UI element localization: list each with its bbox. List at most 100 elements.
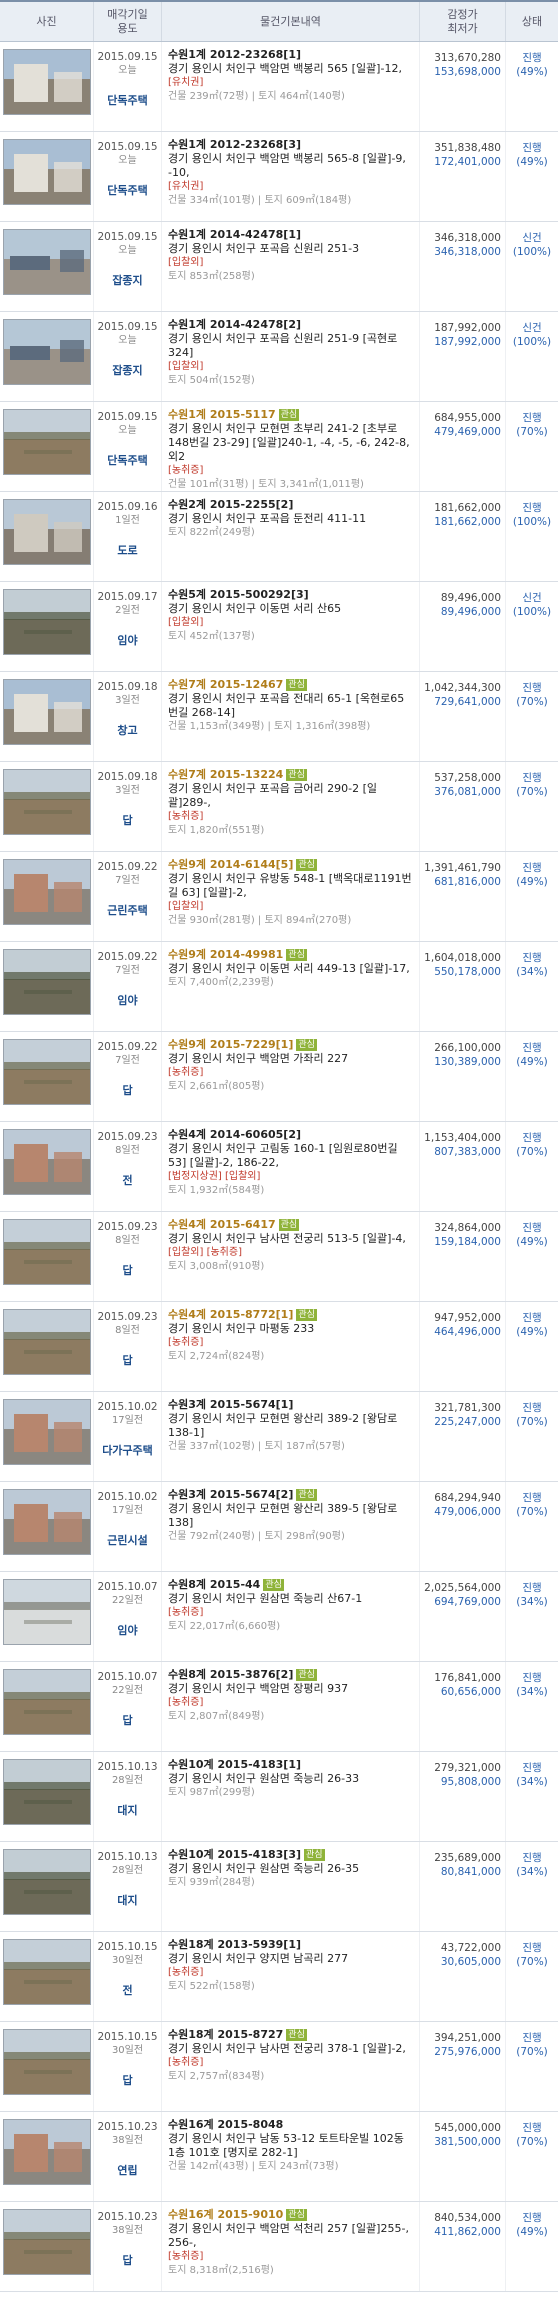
info-cell: 수원5계 2015-500292[3] 경기 용인시 처인구 이동면 서리 산6… bbox=[162, 582, 420, 671]
status-badge: 신건 bbox=[522, 322, 542, 334]
property-photo[interactable] bbox=[3, 1669, 91, 1735]
property-photo[interactable] bbox=[3, 139, 91, 205]
auction-date: 2015.09.18 bbox=[97, 771, 158, 783]
property-photo[interactable] bbox=[3, 679, 91, 745]
table-row[interactable]: 2015.10.02 17일전 다가구주택 수원3계 2015-5674[1] … bbox=[0, 1392, 558, 1482]
table-row[interactable]: 2015.09.15 오늘 잡종지 수원1계 2014-42478[2] 경기 … bbox=[0, 312, 558, 402]
case-number-link[interactable]: 수원8계 2015-3876[2] bbox=[168, 1668, 293, 1681]
case-number-link[interactable]: 수원7계 2015-12467 bbox=[168, 678, 283, 691]
table-row[interactable]: 2015.09.23 8일전 전 수원4계 2014-60605[2] 경기 용… bbox=[0, 1122, 558, 1212]
table-row[interactable]: 2015.09.15 오늘 잡종지 수원1계 2014-42478[1] 경기 … bbox=[0, 222, 558, 312]
case-number-link[interactable]: 수원9계 2015-7229[1] bbox=[168, 1038, 293, 1051]
table-row[interactable]: 2015.09.15 오늘 단독주택 수원1계 2012-23268[1] 경기… bbox=[0, 42, 558, 132]
property-photo[interactable] bbox=[3, 1939, 91, 2005]
property-address: 경기 용인시 처인구 포곡읍 신원리 251-9 [곡현로 324] bbox=[168, 332, 398, 359]
table-row[interactable]: 2015.09.15 오늘 단독주택 수원1계 2015-5117 관심 경기 용… bbox=[0, 402, 558, 492]
property-photo[interactable] bbox=[3, 859, 91, 925]
property-photo[interactable] bbox=[3, 2209, 91, 2275]
case-number-link[interactable]: 수원4계 2015-8772[1] bbox=[168, 1308, 293, 1321]
property-photo[interactable] bbox=[3, 1219, 91, 1285]
property-photo[interactable] bbox=[3, 2119, 91, 2185]
status-cell: 진행 (70%) bbox=[506, 2112, 558, 2201]
table-row[interactable]: 2015.09.15 오늘 단독주택 수원1계 2012-23268[3] 경기… bbox=[0, 132, 558, 222]
status-cell: 신건 (100%) bbox=[506, 312, 558, 401]
table-row[interactable]: 2015.09.22 7일전 임야 수원9계 2014-49981 관심 경기 용… bbox=[0, 942, 558, 1032]
table-row[interactable]: 2015.10.13 28일전 대지 수원10계 2015-4183[1] 경기… bbox=[0, 1752, 558, 1842]
case-number-link[interactable]: 수원1계 2014-42478[1] bbox=[168, 228, 301, 241]
case-number-link[interactable]: 수원18계 2015-8727 bbox=[168, 2028, 283, 2041]
property-photo[interactable] bbox=[3, 2029, 91, 2095]
price-cell: 313,670,280 153,698,000 bbox=[420, 42, 506, 131]
case-number-link[interactable]: 수원1계 2015-5117 bbox=[168, 408, 276, 421]
auction-date: 2015.10.15 bbox=[97, 1941, 158, 1953]
case-number-link[interactable]: 수원9계 2014-6144[5] bbox=[168, 858, 293, 871]
case-number-link[interactable]: 수원10계 2015-4183[3] bbox=[168, 1848, 301, 1861]
price-ratio: (70%) bbox=[516, 1506, 548, 1518]
case-number-link[interactable]: 수원1계 2012-23268[1] bbox=[168, 48, 301, 61]
case-number-link[interactable]: 수원3계 2015-5674[1] bbox=[168, 1398, 293, 1411]
table-row[interactable]: 2015.10.07 22일전 임야 수원8계 2015-44 관심 경기 용인시… bbox=[0, 1572, 558, 1662]
case-number-link[interactable]: 수원18계 2013-5939[1] bbox=[168, 1938, 301, 1951]
property-photo[interactable] bbox=[3, 1579, 91, 1645]
price-cell: 1,042,344,300 729,641,000 bbox=[420, 672, 506, 761]
case-number-link[interactable]: 수원1계 2014-42478[2] bbox=[168, 318, 301, 331]
case-number-link[interactable]: 수원16계 2015-9010 bbox=[168, 2208, 283, 2221]
property-photo[interactable] bbox=[3, 1039, 91, 1105]
table-row[interactable]: 2015.09.16 1일전 도로 수원2계 2015-2255[2] 경기 용… bbox=[0, 492, 558, 582]
photo-structure bbox=[4, 972, 90, 980]
property-photo[interactable] bbox=[3, 229, 91, 295]
status-badge: 진행 bbox=[522, 682, 542, 694]
property-photo[interactable] bbox=[3, 1129, 91, 1195]
property-photo[interactable] bbox=[3, 1309, 91, 1375]
special-conditions: [농취증] bbox=[168, 1967, 204, 1978]
table-row[interactable]: 2015.10.23 38일전 답 수원16계 2015-9010 관심 경기 용… bbox=[0, 2202, 558, 2292]
table-row[interactable]: 2015.10.15 30일전 답 수원18계 2015-8727 관심 경기 용… bbox=[0, 2022, 558, 2112]
table-row[interactable]: 2015.09.17 2일전 임야 수원5계 2015-500292[3] 경기… bbox=[0, 582, 558, 672]
table-row[interactable]: 2015.09.22 7일전 답 수원9계 2015-7229[1] 관심 경기 … bbox=[0, 1032, 558, 1122]
photo-structure bbox=[24, 1800, 72, 1804]
header-appraisal: 감정가 bbox=[447, 7, 478, 21]
area-info: 토지 1,932㎡(584평) bbox=[168, 1185, 265, 1196]
area-info: 건물 239㎡(72평) | 토지 464㎡(140평) bbox=[168, 91, 345, 102]
table-row[interactable]: 2015.09.22 7일전 근린주택 수원9계 2014-6144[5] 관심 … bbox=[0, 852, 558, 942]
photo-ground bbox=[4, 1878, 90, 1914]
property-photo[interactable] bbox=[3, 409, 91, 475]
property-photo[interactable] bbox=[3, 589, 91, 655]
property-photo[interactable] bbox=[3, 319, 91, 385]
date-cell: 2015.09.18 3일전 답 bbox=[94, 762, 162, 851]
table-row[interactable]: 2015.10.07 22일전 답 수원8계 2015-3876[2] 관심 경기… bbox=[0, 1662, 558, 1752]
appraisal-price: 43,722,000 bbox=[440, 1942, 501, 1954]
case-number-link[interactable]: 수원2계 2015-2255[2] bbox=[168, 498, 293, 511]
property-photo[interactable] bbox=[3, 1489, 91, 1555]
property-photo[interactable] bbox=[3, 1399, 91, 1465]
property-photo[interactable] bbox=[3, 949, 91, 1015]
property-photo[interactable] bbox=[3, 769, 91, 835]
table-row[interactable]: 2015.10.15 30일전 전 수원18계 2013-5939[1] 경기 … bbox=[0, 1932, 558, 2022]
case-number-link[interactable]: 수원7계 2015-13224 bbox=[168, 768, 283, 781]
table-row[interactable]: 2015.10.23 38일전 연립 수원16계 2015-8048 경기 용인… bbox=[0, 2112, 558, 2202]
case-number-link[interactable]: 수원5계 2015-500292[3] bbox=[168, 588, 309, 601]
table-row[interactable]: 2015.10.13 28일전 대지 수원10계 2015-4183[3] 관심 … bbox=[0, 1842, 558, 1932]
case-number-link[interactable]: 수원3계 2015-5674[2] bbox=[168, 1488, 293, 1501]
table-row[interactable]: 2015.10.02 17일전 근린시설 수원3계 2015-5674[2] 관심… bbox=[0, 1482, 558, 1572]
minimum-price: 729,641,000 bbox=[434, 696, 501, 708]
property-photo[interactable] bbox=[3, 499, 91, 565]
date-cell: 2015.10.02 17일전 다가구주택 bbox=[94, 1392, 162, 1481]
table-row[interactable]: 2015.09.23 8일전 답 수원4계 2015-8772[1] 관심 경기 … bbox=[0, 1302, 558, 1392]
case-number-link[interactable]: 수원4계 2015-6417 bbox=[168, 1218, 276, 1231]
case-number-link[interactable]: 수원16계 2015-8048 bbox=[168, 2118, 283, 2131]
case-number-link[interactable]: 수원1계 2012-23268[3] bbox=[168, 138, 301, 151]
property-address: 경기 용인시 처인구 원삼면 죽능리 26-35 bbox=[168, 1862, 360, 1875]
table-row[interactable]: 2015.09.18 3일전 창고 수원7계 2015-12467 관심 경기 용… bbox=[0, 672, 558, 762]
property-photo[interactable] bbox=[3, 1849, 91, 1915]
case-number-link[interactable]: 수원9계 2014-49981 bbox=[168, 948, 283, 961]
table-row[interactable]: 2015.09.18 3일전 답 수원7계 2015-13224 관심 경기 용인… bbox=[0, 762, 558, 852]
appraisal-price: 1,604,018,000 bbox=[424, 952, 501, 964]
case-number-link[interactable]: 수원8계 2015-44 bbox=[168, 1578, 260, 1591]
case-number-link[interactable]: 수원4계 2014-60605[2] bbox=[168, 1128, 301, 1141]
property-photo[interactable] bbox=[3, 1759, 91, 1825]
property-photo[interactable] bbox=[3, 49, 91, 115]
property-address: 경기 용인시 처인구 이동면 서리 산65 bbox=[168, 602, 342, 615]
case-number-link[interactable]: 수원10계 2015-4183[1] bbox=[168, 1758, 301, 1771]
table-row[interactable]: 2015.09.23 8일전 답 수원4계 2015-6417 관심 경기 용인시… bbox=[0, 1212, 558, 1302]
